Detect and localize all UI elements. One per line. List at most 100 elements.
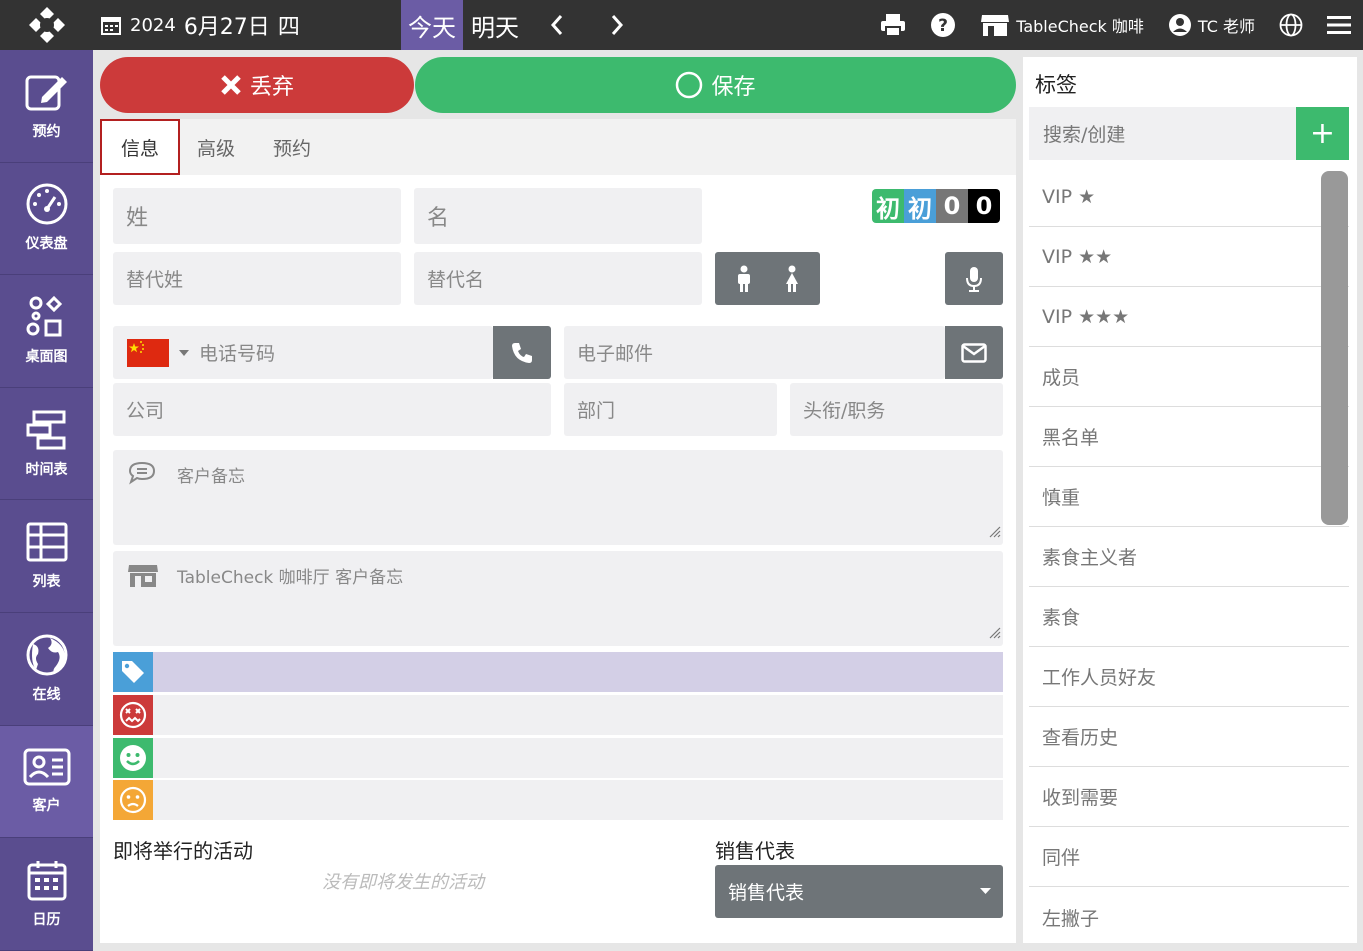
next-day-icon[interactable]	[608, 0, 626, 50]
user-name: TC 老师	[1197, 17, 1255, 36]
tag-item[interactable]: VIP ★★	[1029, 227, 1349, 287]
nav-reservation[interactable]: 预约	[0, 50, 93, 163]
nav-dashboard[interactable]: 仪表盘	[0, 163, 93, 276]
sales-rep-select[interactable]: 销售代表	[715, 865, 1003, 918]
store-name: TableCheck 咖啡	[1016, 17, 1144, 36]
tags-title: 标签	[1035, 73, 1077, 97]
badge-count: 0	[936, 189, 968, 223]
email-icon[interactable]	[945, 326, 1003, 379]
tag-item[interactable]: 查看历史	[1029, 707, 1349, 767]
sad-row[interactable]	[113, 780, 1003, 820]
nav-customers[interactable]: 客户	[0, 725, 93, 839]
tab-info[interactable]: 信息	[100, 119, 180, 175]
tag-item[interactable]: 左撇子	[1029, 887, 1349, 947]
phone-input[interactable]: 电话号码	[113, 326, 493, 379]
tag-list-scrollbar[interactable]	[1321, 171, 1348, 525]
tag-item[interactable]: 慎重	[1029, 467, 1349, 527]
china-flag-icon	[127, 338, 169, 367]
tags-row[interactable]	[113, 652, 1003, 692]
store-selector[interactable]: TableCheck 咖啡	[980, 13, 1144, 37]
nav-label: 时间表	[25, 461, 68, 478]
comment-icon	[127, 460, 157, 491]
tag-item[interactable]: 素食	[1029, 587, 1349, 647]
badge-first: 初	[872, 189, 904, 223]
add-tag-button[interactable]: +	[1296, 107, 1349, 160]
tab-advanced[interactable]: 高级	[180, 119, 252, 175]
department-input[interactable]: 部门	[564, 383, 777, 436]
save-button[interactable]: 保存	[415, 57, 1016, 113]
nav-online[interactable]: 在线	[0, 613, 93, 726]
circle-icon	[676, 71, 703, 99]
job-title-input[interactable]: 头衔/职务	[790, 383, 1003, 436]
tag-list: VIP ★ VIP ★★ VIP ★★★ 成员 黑名单 慎重 素食主义者 素食 …	[1029, 167, 1349, 947]
save-label: 保存	[711, 75, 756, 100]
phone-placeholder: 电话号码	[199, 343, 276, 365]
prev-day-icon[interactable]	[548, 0, 566, 50]
store-memo-placeholder: TableCheck 咖啡厅 客户备忘	[177, 568, 404, 588]
language-globe-icon[interactable]	[1279, 13, 1303, 37]
resize-handle-icon[interactable]	[987, 624, 1001, 644]
date-weekday: 四	[277, 15, 300, 40]
sales-rep-title: 销售代表	[715, 839, 795, 863]
date-picker[interactable]: 2024 6月27日 四	[100, 0, 300, 50]
nav-label: 桌面图	[25, 348, 68, 365]
male-icon	[737, 265, 750, 292]
user-menu[interactable]: TC 老师	[1168, 13, 1255, 37]
microphone-icon[interactable]	[945, 252, 1003, 305]
female-icon	[785, 265, 798, 292]
dashboard-icon	[26, 183, 67, 225]
smile-icon	[113, 738, 153, 778]
phone-icon[interactable]	[493, 326, 551, 379]
dislikes-row[interactable]	[113, 695, 1003, 735]
alt-last-name-input[interactable]: 替代姓	[113, 252, 401, 305]
alt-first-name-input[interactable]: 替代名	[414, 252, 702, 305]
tab-reservations[interactable]: 预约	[256, 119, 328, 175]
sales-rep-value: 销售代表	[728, 882, 805, 904]
store-icon	[127, 563, 159, 594]
nav-calendar[interactable]: 日历	[0, 838, 93, 951]
email-input[interactable]: 电子邮件	[564, 326, 945, 379]
app-logo-icon[interactable]	[0, 0, 93, 50]
discard-label: 丢弃	[249, 75, 294, 100]
nav-list[interactable]: 列表	[0, 500, 93, 613]
nav-timeline[interactable]: 时间表	[0, 388, 93, 501]
menu-icon[interactable]	[1327, 14, 1351, 36]
tag-item[interactable]: VIP ★★★	[1029, 287, 1349, 347]
tag-item[interactable]: 收到需要	[1029, 767, 1349, 827]
resize-handle-icon[interactable]	[987, 523, 1001, 543]
tag-icon	[113, 652, 153, 692]
date-day: 6月27日	[183, 15, 270, 40]
side-nav: 预约 仪表盘 桌面图 时间表 列表 在线 客户 日历	[0, 50, 93, 951]
customer-memo-placeholder: 客户备忘	[177, 467, 245, 487]
timeline-icon	[26, 410, 65, 450]
nav-label: 列表	[32, 574, 61, 591]
tag-item[interactable]: 黑名单	[1029, 407, 1349, 467]
nav-label: 日历	[32, 911, 61, 928]
info-form: 姓 名 初 初 0 0 替代姓 替代名 电话号码 电子邮件 公司 部门 头衔/职…	[100, 175, 1016, 943]
nav-table-layout[interactable]: 桌面图	[0, 275, 93, 388]
close-icon	[221, 75, 241, 95]
first-name-input[interactable]: 名	[414, 188, 702, 244]
likes-row[interactable]	[113, 738, 1003, 778]
tag-item[interactable]: VIP ★	[1029, 167, 1349, 227]
list-icon	[26, 522, 67, 562]
globe-icon	[26, 634, 67, 676]
tag-search-input[interactable]: 搜索/创建	[1029, 107, 1296, 160]
upcoming-empty: 没有即将发生的活动	[322, 872, 484, 893]
chevron-down-icon	[179, 349, 189, 356]
tag-item[interactable]: 素食主义者	[1029, 527, 1349, 587]
tomorrow-button[interactable]: 明天	[471, 0, 519, 50]
help-icon[interactable]: ?	[930, 12, 956, 38]
store-memo-textarea[interactable]: TableCheck 咖啡厅 客户备忘	[113, 551, 1003, 646]
company-input[interactable]: 公司	[113, 383, 551, 436]
customer-memo-textarea[interactable]: 客户备忘	[113, 450, 1003, 545]
discard-button[interactable]: 丢弃	[100, 57, 414, 113]
today-button[interactable]: 今天	[401, 0, 463, 50]
gender-selector[interactable]	[715, 252, 820, 305]
tag-item[interactable]: 同伴	[1029, 827, 1349, 887]
print-icon[interactable]	[880, 13, 906, 37]
top-bar: 2024 6月27日 四 今天 明天 ? TableCheck 咖啡 TC 老师	[0, 0, 1363, 50]
tag-item[interactable]: 成员	[1029, 347, 1349, 407]
last-name-input[interactable]: 姓	[113, 188, 401, 244]
tag-item[interactable]: 工作人员好友	[1029, 647, 1349, 707]
